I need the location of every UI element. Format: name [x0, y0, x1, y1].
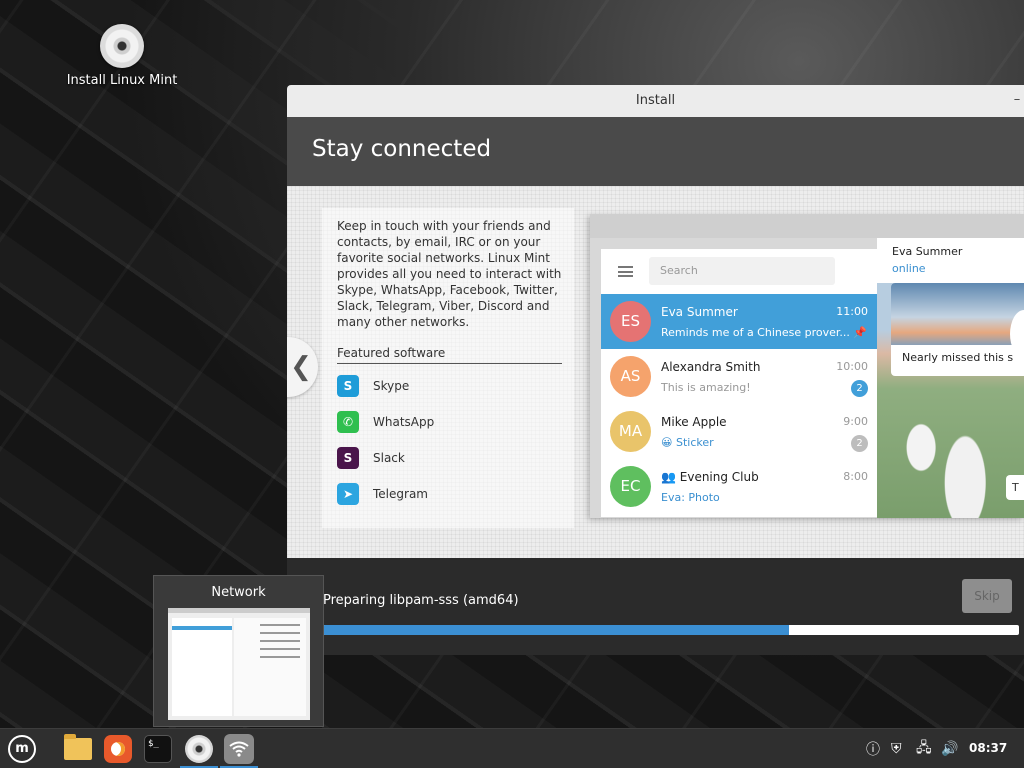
skip-button[interactable]: Skip	[962, 579, 1012, 613]
chat-item: MA Mike Apple 9:00 😀 Sticker 2	[601, 404, 877, 459]
whatsapp-icon: ✆	[337, 411, 359, 433]
photo-message-bubble: Nearly missed this s	[891, 283, 1024, 376]
disc-icon	[185, 735, 213, 763]
hamburger-menu-icon	[618, 266, 633, 277]
featured-item-skype: S Skype	[337, 372, 574, 400]
featured-item-label: WhatsApp	[373, 415, 435, 429]
featured-software-heading: Featured software	[337, 346, 562, 364]
avatar: ES	[610, 301, 651, 342]
thumb-left-pane	[172, 618, 232, 716]
telegram-icon: ➤	[337, 483, 359, 505]
avatar: AS	[610, 356, 651, 397]
chat-name: Mike Apple	[661, 415, 727, 429]
thumb-right-pane	[234, 618, 306, 716]
window-preview-popup[interactable]: Network	[153, 575, 324, 727]
slack-icon: S	[337, 447, 359, 469]
update-manager-icon[interactable]: ⓘ	[866, 729, 880, 768]
shield-icon[interactable]: ⛨	[891, 729, 902, 768]
telegram-search-row: Search	[601, 249, 877, 294]
sunset-photo	[891, 283, 1024, 345]
network-task-button[interactable]	[220, 729, 258, 768]
featured-item-label: Slack	[373, 451, 405, 465]
volume-icon[interactable]: 🔊	[941, 729, 958, 768]
conversation-name: Eva Summer	[892, 245, 963, 258]
chat-name: Eva Summer	[661, 305, 738, 319]
telegram-conversation: Eva Summer online Nearly missed this s T	[877, 238, 1024, 518]
unread-badge: 2	[851, 380, 868, 397]
window-title: Install	[635, 93, 676, 108]
mint-menu-icon: m	[8, 735, 36, 763]
installer-window: Install – Stay connected Keep in touch w…	[287, 85, 1024, 655]
slideshow: Keep in touch with your friends and cont…	[287, 186, 1024, 558]
slide-previous-button[interactable]: ❮	[287, 337, 318, 397]
chat-message: Eva: Photo	[661, 491, 720, 504]
chat-message: This is amazing!	[661, 381, 751, 394]
chat-item: AS Alexandra Smith 10:00 This is amazing…	[601, 349, 877, 404]
chat-message: Reminds me of a Chinese prover...	[661, 326, 850, 339]
conversation-status: online	[892, 262, 926, 275]
featured-item-whatsapp: ✆ WhatsApp	[337, 408, 574, 436]
message-bubble-partial: T	[1006, 475, 1024, 500]
wifi-icon	[224, 734, 254, 764]
featured-item-label: Skype	[373, 379, 410, 393]
slide-text-column: Keep in touch with your friends and cont…	[322, 208, 574, 528]
progress-status-text: Preparing libpam-sss (amd64)	[323, 593, 519, 608]
installer-task-button[interactable]	[180, 729, 218, 768]
chat-message: 😀 Sticker	[661, 436, 714, 449]
firefox-icon	[104, 735, 132, 763]
desktop-icon-label: Install Linux Mint	[66, 73, 178, 88]
desktop-icon-install-linux-mint[interactable]: Install Linux Mint	[62, 24, 182, 88]
slide-title: Stay connected	[312, 136, 492, 162]
progress-fill	[323, 625, 790, 635]
network-tray-icon[interactable]: 🖧	[916, 729, 932, 768]
firefox-launcher[interactable]	[102, 733, 134, 765]
telegram-chat-list: Search ES Eva Summer 11:00 Reminds me of…	[601, 249, 877, 517]
featured-item-telegram: ➤ Telegram	[337, 480, 574, 508]
chat-time: 8:00	[843, 470, 868, 483]
chat-name: 👥 Evening Club	[661, 470, 759, 484]
avatar: EC	[610, 466, 651, 507]
files-launcher[interactable]	[62, 733, 94, 765]
preview-title: Network	[211, 585, 266, 600]
preview-thumbnail	[168, 608, 310, 720]
chat-time: 11:00	[836, 305, 868, 318]
wifi-glyph	[229, 741, 249, 757]
disc-icon	[100, 24, 144, 68]
telegram-search-field: Search	[649, 257, 835, 285]
clock[interactable]: 08:37	[969, 741, 1007, 755]
window-titlebar[interactable]: Install –	[287, 85, 1024, 117]
featured-item-slack: S Slack	[337, 444, 574, 472]
terminal-icon: $_	[144, 735, 172, 763]
featured-item-label: Telegram	[373, 487, 428, 501]
install-progress-bar	[323, 625, 1019, 635]
chat-time: 10:00	[836, 360, 868, 373]
chat-item: ES Eva Summer 11:00 Reminds me of a Chin…	[601, 294, 877, 349]
telegram-titlebar	[590, 214, 1024, 238]
minimize-button[interactable]: –	[1010, 85, 1024, 117]
terminal-launcher[interactable]: $_	[142, 733, 174, 765]
pin-icon: 📌	[853, 326, 867, 339]
mint-menu-button[interactable]: m	[6, 733, 38, 765]
unread-badge: 2	[851, 435, 868, 452]
avatar: MA	[610, 411, 651, 452]
chat-time: 9:00	[843, 415, 868, 428]
slide-header: Stay connected	[287, 117, 1024, 186]
thumb-titlebar	[168, 608, 310, 613]
folder-icon	[64, 734, 92, 760]
slide-description: Keep in touch with your friends and cont…	[337, 219, 562, 329]
chat-item: EC 👥 Evening Club 8:00 Eva: Photo	[601, 459, 877, 514]
conversation-header: Eva Summer online	[877, 238, 1024, 283]
taskbar: m $_ ⓘ ⛨ 🖧 🔊 08:37	[0, 728, 1024, 768]
telegram-screenshot: Search ES Eva Summer 11:00 Reminds me of…	[590, 214, 1024, 518]
thumb-selection	[172, 626, 232, 630]
chat-name: Alexandra Smith	[661, 360, 761, 374]
photo-caption: Nearly missed this s	[902, 351, 1014, 364]
skype-icon: S	[337, 375, 359, 397]
